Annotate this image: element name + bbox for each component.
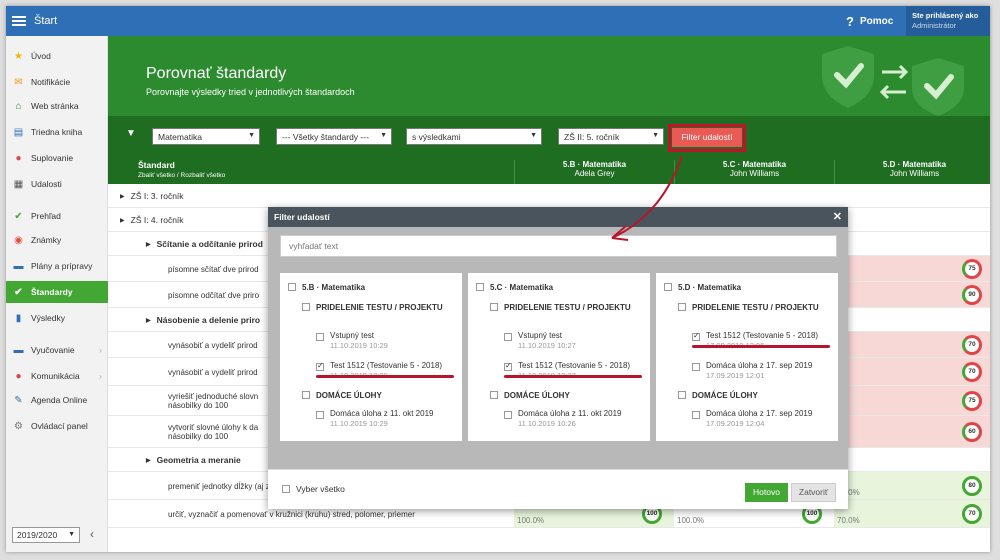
modal-overlay: Filter udalostí ✕ 5.B · MatematikaPRIDEL… — [0, 0, 1000, 560]
annotation-arrow — [611, 155, 683, 241]
